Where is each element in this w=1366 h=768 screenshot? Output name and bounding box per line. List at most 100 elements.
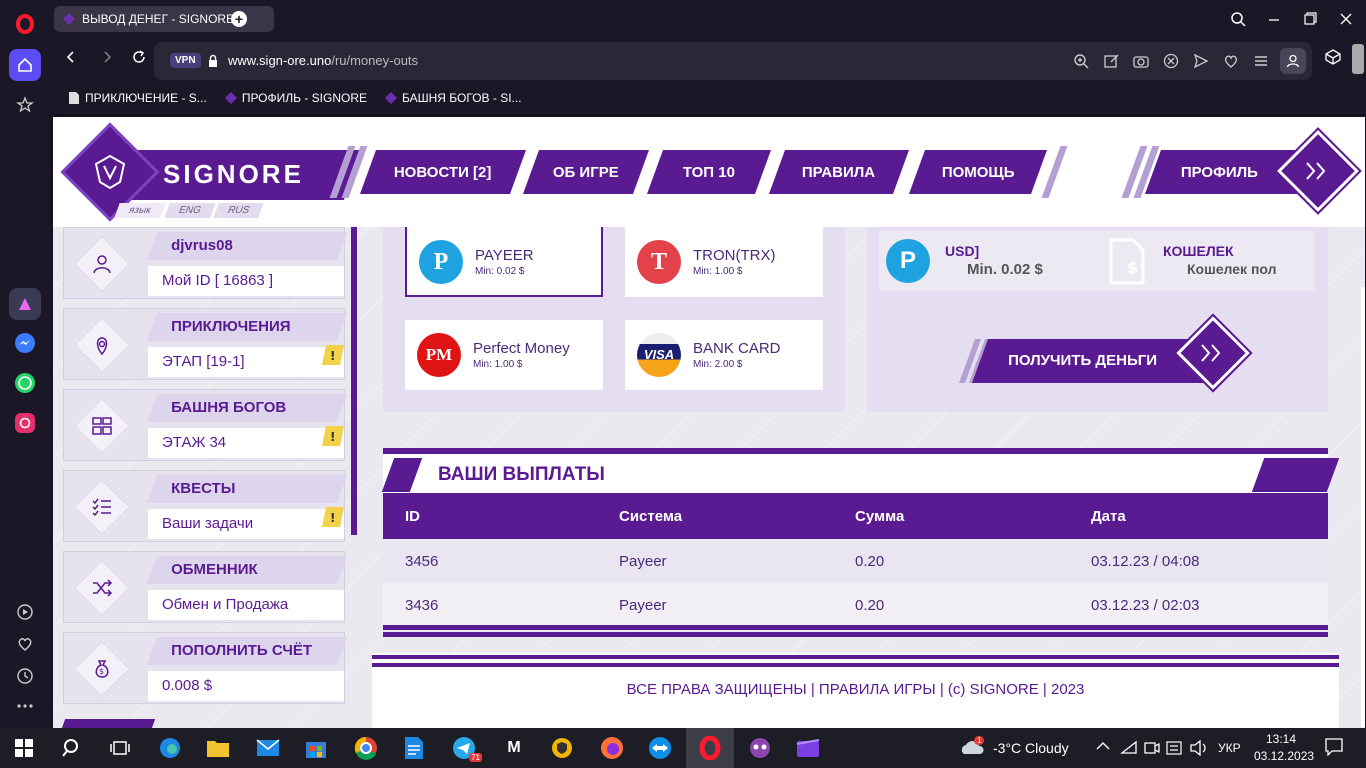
panel-card[interactable]: ПРИКЛЮЧЕНИЯ ЭТАП [19-1]! xyxy=(63,308,348,380)
nav-help[interactable]: ПОМОЩЬ xyxy=(908,150,1048,194)
telegram-icon[interactable]: 71 xyxy=(450,734,482,762)
close-window-button[interactable] xyxy=(1336,9,1356,29)
card-title-bar: БАШНЯ БОГОВ xyxy=(146,394,348,422)
nav-top10[interactable]: ТОП 10 xyxy=(646,150,772,194)
nav-news[interactable]: НОВОСТИ [2] xyxy=(359,150,527,194)
lang-eng[interactable]: ENG xyxy=(163,203,215,218)
scroll-handle[interactable] xyxy=(1352,44,1364,74)
panel-card[interactable]: БАШНЯ БОГОВ ЭТАЖ 34! xyxy=(63,389,348,461)
wallet-document-icon: $ xyxy=(1109,238,1145,285)
chrome-icon[interactable] xyxy=(352,734,380,762)
whatsapp-icon[interactable] xyxy=(9,367,41,399)
task-view-icon[interactable] xyxy=(106,734,134,762)
document-app-icon[interactable] xyxy=(400,734,428,762)
opera-logo-icon[interactable] xyxy=(9,8,41,40)
lock-icon[interactable] xyxy=(204,52,222,70)
lang-rus[interactable]: RUS xyxy=(213,203,265,218)
nav-rules[interactable]: ПРАВИЛА xyxy=(768,150,910,194)
payment-method-option[interactable]: VISA BANK CARD Min: 2.00 $ xyxy=(625,320,823,390)
video-editor-icon[interactable] xyxy=(794,734,822,762)
maximize-button[interactable] xyxy=(1300,9,1320,29)
card-title: djvrus08 xyxy=(171,237,233,254)
star-icon[interactable] xyxy=(9,89,41,121)
notification-icon[interactable] xyxy=(1325,738,1343,756)
input-method-icon[interactable] xyxy=(1166,740,1182,756)
profile-icon[interactable] xyxy=(1280,48,1306,74)
game-app-icon[interactable] xyxy=(746,734,774,762)
store-icon[interactable] xyxy=(302,734,330,762)
tray-chevron-icon[interactable] xyxy=(1096,741,1110,751)
m-app-icon[interactable]: M xyxy=(500,734,528,762)
title-decor-left xyxy=(381,458,423,492)
payeer-logo-icon: P xyxy=(886,239,930,283)
meet-icon[interactable] xyxy=(1144,740,1160,756)
search-tabs-icon[interactable] xyxy=(1228,9,1248,29)
aria-icon[interactable] xyxy=(9,288,41,320)
reload-icon[interactable] xyxy=(130,48,148,66)
payment-method-option[interactable]: T TRON(TRX) Min: 1.00 $ xyxy=(625,227,823,297)
adblock-icon[interactable] xyxy=(1162,52,1180,70)
camera-icon[interactable] xyxy=(1132,52,1150,70)
edit-icon[interactable] xyxy=(1102,52,1120,70)
send-icon[interactable] xyxy=(1192,52,1210,70)
bookmark-item[interactable]: ПРОФИЛЬ - SIGNORE xyxy=(224,91,367,105)
vpn-shield-icon[interactable] xyxy=(548,734,576,762)
home-icon[interactable] xyxy=(9,49,41,81)
panel-card[interactable]: ОБМЕННИК Обмен и Продажа xyxy=(63,551,348,623)
nav-profile-label: ПРОФИЛЬ xyxy=(1181,163,1259,181)
history-icon[interactable] xyxy=(9,660,41,692)
weather-text[interactable]: -3°C Cloudy xyxy=(993,740,1069,756)
warning-icon[interactable]: ! xyxy=(320,343,344,365)
new-tab-button[interactable]: + xyxy=(231,11,247,27)
easy-setup-icon[interactable] xyxy=(1252,52,1270,70)
payment-method-option[interactable]: P PAYEER Min: 0.02 $ xyxy=(405,227,603,297)
search-icon[interactable] xyxy=(58,734,86,762)
panel-card[interactable]: КВЕСТЫ Ваши задачи! xyxy=(63,470,348,542)
player-icon[interactable] xyxy=(9,596,41,628)
extensions-icon[interactable] xyxy=(1324,48,1342,66)
file-explorer-icon[interactable] xyxy=(204,734,232,762)
heart-icon[interactable] xyxy=(9,628,41,660)
zoom-icon[interactable] xyxy=(1072,52,1090,70)
min-amount[interactable]: Min. 0.02 $ xyxy=(967,261,1043,278)
clock-date[interactable]: 03.12.2023 xyxy=(1254,749,1314,763)
clock-time[interactable]: 13:14 xyxy=(1266,732,1296,746)
windows-start-icon[interactable] xyxy=(10,734,38,762)
warning-icon[interactable]: ! xyxy=(320,505,344,527)
bookmark-heart-icon[interactable] xyxy=(1222,52,1240,70)
back-icon[interactable] xyxy=(62,48,80,66)
bookmark-item[interactable]: БАШНЯ БОГОВ - SI... xyxy=(385,91,522,105)
nav-about[interactable]: ОБ ИГРЕ xyxy=(522,150,650,194)
title-decor-right xyxy=(1251,458,1340,492)
minimize-button[interactable] xyxy=(1264,9,1284,29)
payment-method-option[interactable]: PM Perfect Money Min: 1.00 $ xyxy=(405,320,603,390)
panel-scrollbar[interactable] xyxy=(351,227,357,535)
warning-icon[interactable]: ! xyxy=(320,424,344,446)
network-icon[interactable] xyxy=(1120,740,1138,756)
opera-taskbar-icon[interactable] xyxy=(686,728,734,768)
url-text[interactable]: www.sign-ore.uno/ru/money-outs xyxy=(228,53,418,68)
bookmark-item[interactable]: ПРИКЛЮЧЕНИЕ - S... xyxy=(68,91,207,105)
footer-text[interactable]: ВСЕ ПРАВА ЗАЩИЩЕНЫ | ПРАВИЛА ИГРЫ | (c) … xyxy=(372,681,1339,698)
forward-icon[interactable] xyxy=(98,48,116,66)
row-system: Payeer xyxy=(619,596,667,614)
firefox-icon[interactable] xyxy=(598,734,626,762)
vpn-badge[interactable]: VPN xyxy=(170,53,201,68)
volume-icon[interactable] xyxy=(1190,740,1208,756)
address-bar[interactable]: VPN www.sign-ore.uno/ru/money-outs xyxy=(154,42,1312,80)
wallet-input[interactable]: Кошелек пол xyxy=(1187,261,1299,277)
warning-mark: ! xyxy=(330,430,335,444)
logo-text[interactable]: SIGNORE xyxy=(163,159,304,190)
panel-card[interactable]: djvrus08 Мой ID [ 16863 ] xyxy=(63,227,348,299)
weather-icon[interactable]: 1 xyxy=(958,736,986,758)
messenger-icon[interactable] xyxy=(9,327,41,359)
instagram-icon[interactable] xyxy=(9,407,41,439)
lang-label: язык xyxy=(114,203,166,218)
mail-icon[interactable] xyxy=(254,734,282,762)
panel-card[interactable]: $ ПОПОЛНИТЬ СЧЁТ 0.008 $ xyxy=(63,632,348,704)
teamviewer-icon[interactable] xyxy=(646,734,674,762)
keyboard-lang[interactable]: УКР xyxy=(1218,741,1241,755)
edge-icon[interactable] xyxy=(156,734,184,762)
more-icon[interactable] xyxy=(9,690,41,722)
nav-help-label: ПОМОЩЬ xyxy=(941,163,1015,181)
